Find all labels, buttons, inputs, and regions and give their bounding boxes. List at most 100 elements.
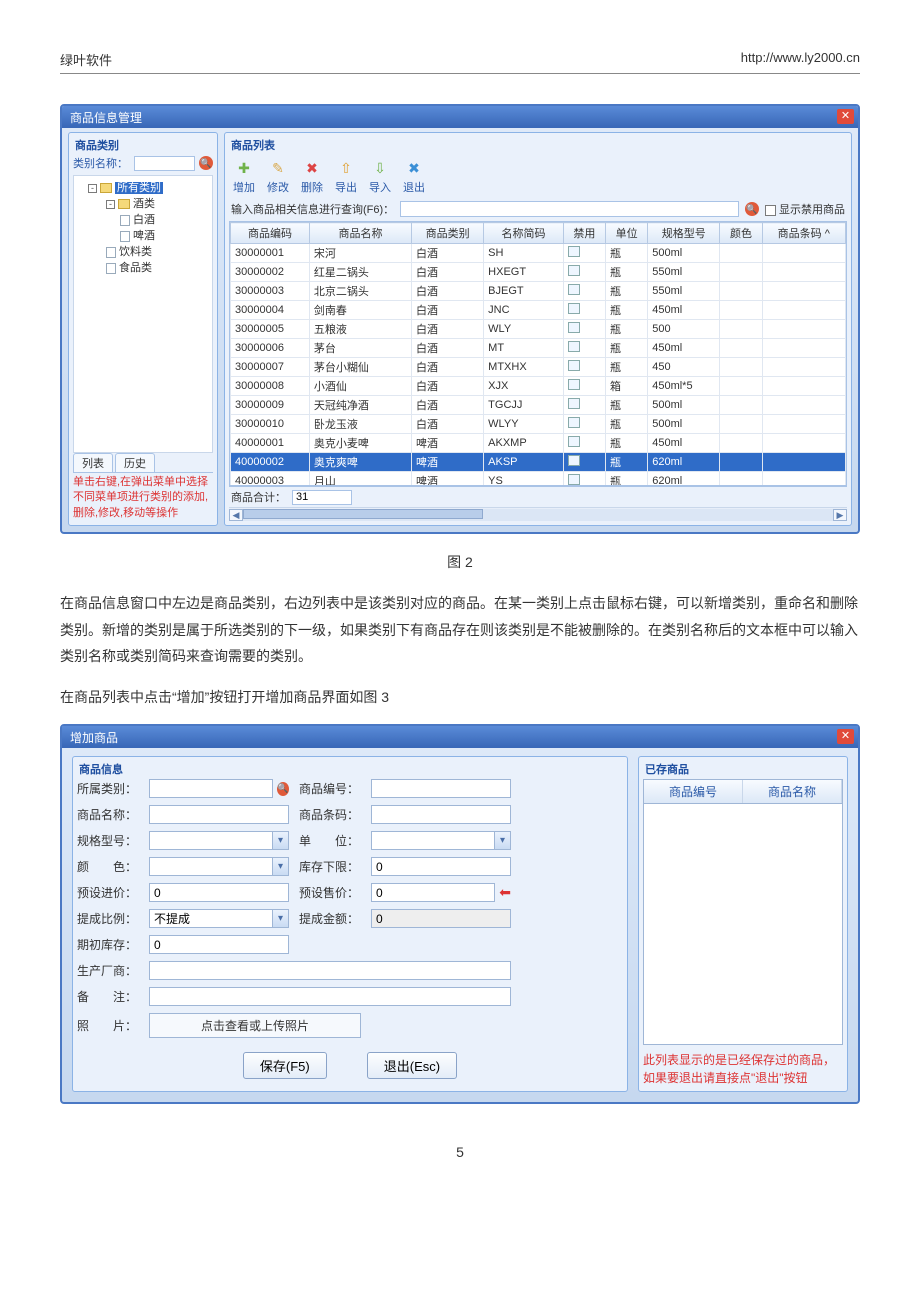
chevron-down-icon[interactable]: ▾ xyxy=(494,832,510,849)
exit-button[interactable]: ✖退出 xyxy=(403,157,425,195)
product-list-panel: 商品列表 ✚增加✎修改✖删除⇧导出⇩导入✖退出 输入商品相关信息进行查询(F6)… xyxy=(224,132,852,526)
table-row[interactable]: 30000006茅台白酒MT瓶450ml xyxy=(231,339,846,358)
category-name-label: 类别名称： xyxy=(73,155,130,171)
col-header[interactable]: 名称简码 xyxy=(484,223,564,244)
total-label: 商品合计： xyxy=(231,489,286,505)
checkbox-icon[interactable] xyxy=(568,379,580,390)
table-row[interactable]: 30000004剑南春白酒JNC瓶450ml xyxy=(231,301,846,320)
chevron-down-icon[interactable]: ▾ xyxy=(272,832,288,849)
save-button[interactable]: 保存(F5) xyxy=(243,1052,327,1079)
tab-history[interactable]: 历史 xyxy=(115,453,155,472)
col-header[interactable]: 商品类别 xyxy=(412,223,484,244)
search-icon[interactable]: 🔍 xyxy=(199,156,213,170)
table-row[interactable]: 30000001宋河白酒SH瓶500ml xyxy=(231,244,846,263)
unit-combo[interactable] xyxy=(371,831,511,850)
exit-button[interactable]: 退出(Esc) xyxy=(367,1052,457,1079)
horizontal-scrollbar[interactable]: ◀ ▶ xyxy=(229,507,847,521)
category-input[interactable] xyxy=(149,779,273,798)
dialog2-title: 增加商品 xyxy=(62,726,858,748)
left-tabs: 列表 历史 xyxy=(73,453,213,473)
checkbox-icon[interactable] xyxy=(568,436,580,447)
product-info-dialog: 商品信息管理 ✕ 商品类别 类别名称： 🔍 -所有类别 -酒类 白酒 啤酒 饮料… xyxy=(60,104,860,534)
search-icon[interactable]: 🔍 xyxy=(277,782,289,796)
cost-input[interactable] xyxy=(149,883,289,902)
add-button[interactable]: ✚增加 xyxy=(233,157,255,195)
col-header[interactable]: 禁用 xyxy=(563,223,605,244)
table-row[interactable]: 30000007茅台小糊仙白酒MTXHX瓶450 xyxy=(231,358,846,377)
paragraph-2: 在商品列表中点击“增加”按钮打开增加商品界面如图 3 xyxy=(60,684,860,711)
comm-rate-combo[interactable] xyxy=(149,909,289,928)
checkbox-icon[interactable] xyxy=(568,417,580,428)
tree-node[interactable]: 啤酒 xyxy=(133,230,155,242)
header-left: 绿叶软件 xyxy=(60,50,112,69)
scroll-left-icon[interactable]: ◀ xyxy=(229,509,243,521)
close-icon[interactable]: ✕ xyxy=(837,109,854,124)
checkbox-icon[interactable] xyxy=(568,284,580,295)
remark-input[interactable] xyxy=(149,987,511,1006)
price-input[interactable] xyxy=(371,883,495,902)
table-row[interactable]: 40000002奥克爽啤啤酒AKSP瓶620ml xyxy=(231,453,846,472)
tab-list[interactable]: 列表 xyxy=(73,453,113,472)
table-row[interactable]: 30000010卧龙玉液白酒WLYY瓶500ml xyxy=(231,415,846,434)
checkbox-icon[interactable] xyxy=(568,246,580,257)
col-header[interactable]: 商品条码 ^ xyxy=(762,223,845,244)
chevron-down-icon[interactable]: ▾ xyxy=(272,858,288,875)
lbl-remark: 备 注： xyxy=(77,988,139,1005)
paragraph-1: 在商品信息窗口中左边是商品类别，右边列表中是该类别对应的商品。在某一类别上点击鼠… xyxy=(60,590,860,670)
table-row[interactable]: 40000001奥克小麦啤啤酒AKXMP瓶450ml xyxy=(231,434,846,453)
saved-products-panel: 已存商品 商品编号 商品名称 此列表显示的是已经保存过的商品，如果要退出请直接点… xyxy=(638,756,848,1092)
checkbox-icon[interactable] xyxy=(568,265,580,276)
scroll-right-icon[interactable]: ▶ xyxy=(833,509,847,521)
color-combo[interactable] xyxy=(149,857,289,876)
table-row[interactable]: 30000002红星二锅头白酒HXEGT瓶550ml xyxy=(231,263,846,282)
filter-input[interactable] xyxy=(400,201,739,217)
category-search-input[interactable] xyxy=(134,156,195,171)
maker-input[interactable] xyxy=(149,961,511,980)
table-row[interactable]: 40000003月山啤酒YS瓶620ml xyxy=(231,472,846,487)
saved-list[interactable] xyxy=(643,804,843,1045)
edit-button[interactable]: ✎修改 xyxy=(267,157,289,195)
code-input[interactable] xyxy=(371,779,511,798)
tree-node[interactable]: 饮料类 xyxy=(119,246,152,258)
photo-button[interactable]: 点击查看或上传照片 xyxy=(149,1013,361,1038)
checkbox-icon[interactable] xyxy=(568,360,580,371)
import-button[interactable]: ⇩导入 xyxy=(369,157,391,195)
checkbox-icon[interactable] xyxy=(568,322,580,333)
checkbox-icon[interactable] xyxy=(568,455,580,466)
product-grid[interactable]: 商品编码商品名称商品类别名称简码禁用单位规格型号颜色商品条码 ^30000001… xyxy=(229,221,847,486)
checkbox-icon[interactable] xyxy=(568,341,580,352)
page-number: 5 xyxy=(60,1144,860,1160)
stock-low-input[interactable] xyxy=(371,857,511,876)
show-disabled-checkbox[interactable]: 显示禁用商品 xyxy=(765,201,845,217)
filter-label: 输入商品相关信息进行查询(F6)： xyxy=(231,201,394,217)
barcode-input[interactable] xyxy=(371,805,511,824)
checkbox-icon[interactable] xyxy=(568,303,580,314)
export-button[interactable]: ⇧导出 xyxy=(335,157,357,195)
tree-node[interactable]: 白酒 xyxy=(133,214,155,226)
checkbox-icon[interactable] xyxy=(568,474,580,485)
tree-node[interactable]: 酒类 xyxy=(133,198,155,210)
col-header[interactable]: 单位 xyxy=(606,223,648,244)
col-header[interactable]: 商品名称 xyxy=(309,223,411,244)
name-input[interactable] xyxy=(149,805,289,824)
init-stock-input[interactable] xyxy=(149,935,289,954)
header-right: http://www.ly2000.cn xyxy=(741,50,860,69)
checkbox-icon[interactable] xyxy=(568,398,580,409)
table-row[interactable]: 30000008小酒仙白酒XJX箱450ml*5 xyxy=(231,377,846,396)
total-value xyxy=(292,490,352,505)
category-tree[interactable]: -所有类别 -酒类 白酒 啤酒 饮料类 食品类 xyxy=(73,175,213,453)
table-row[interactable]: 30000003北京二锅头白酒BJEGT瓶550ml xyxy=(231,282,846,301)
col-header[interactable]: 规格型号 xyxy=(648,223,720,244)
chevron-down-icon[interactable]: ▾ xyxy=(272,910,288,927)
tree-root[interactable]: 所有类别 xyxy=(115,182,163,194)
tree-node[interactable]: 食品类 xyxy=(119,262,152,274)
col-header[interactable]: 颜色 xyxy=(720,223,762,244)
table-row[interactable]: 30000009天冠纯净酒白酒TGCJJ瓶500ml xyxy=(231,396,846,415)
saved-hint: 此列表显示的是已经保存过的商品，如果要退出请直接点"退出"按钮 xyxy=(643,1051,843,1087)
delete-button[interactable]: ✖删除 xyxy=(301,157,323,195)
search-icon[interactable]: 🔍 xyxy=(745,202,759,216)
spec-combo[interactable] xyxy=(149,831,289,850)
table-row[interactable]: 30000005五粮液白酒WLY瓶500 xyxy=(231,320,846,339)
col-header[interactable]: 商品编码 xyxy=(231,223,310,244)
close-icon[interactable]: ✕ xyxy=(837,729,854,744)
